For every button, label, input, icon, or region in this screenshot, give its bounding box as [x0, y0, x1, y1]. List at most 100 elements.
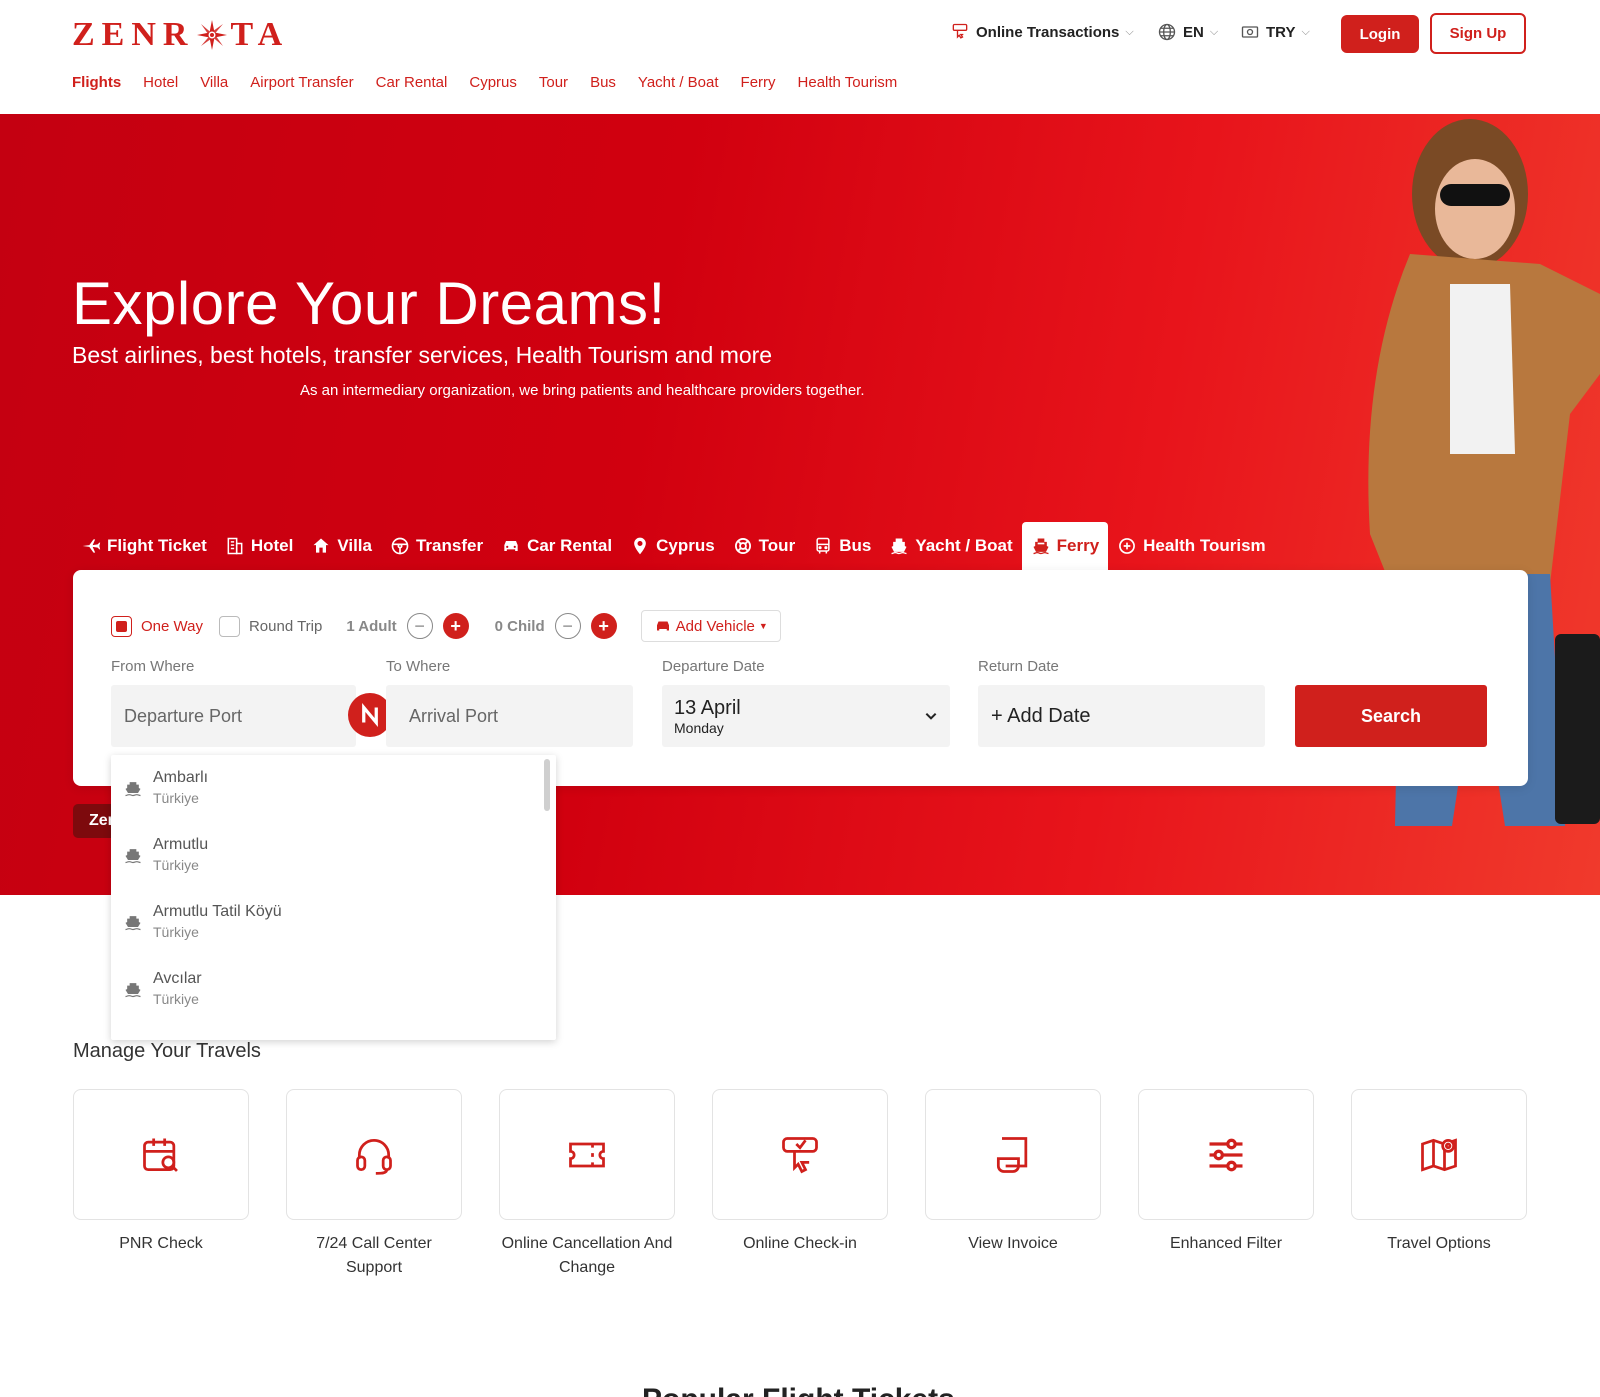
car-icon — [656, 621, 669, 631]
hand-check-icon — [952, 23, 968, 39]
online-transactions-label: Online Transactions — [976, 23, 1120, 41]
tab-yacht-boat[interactable]: Yacht / Boat — [880, 522, 1021, 570]
tab-label: Bus — [839, 536, 872, 555]
brand-logo[interactable]: ZENR TA — [72, 16, 289, 54]
travel-options-card[interactable] — [1351, 1089, 1527, 1220]
car-icon — [504, 541, 518, 551]
child-increment-button[interactable]: + — [590, 613, 617, 639]
to-label: To Where — [386, 658, 451, 675]
invoice-icon — [996, 1136, 1028, 1173]
nav-car-rental[interactable]: Car Rental — [376, 74, 448, 91]
popular-flights-heading: Popular Flight Tickets — [642, 1383, 955, 1397]
cancellation-card[interactable] — [499, 1089, 675, 1220]
currency-selector[interactable]: TRY ⌵ — [1240, 22, 1310, 42]
calendar-search-icon — [143, 1138, 178, 1172]
add-vehicle-label: Add Vehicle — [675, 617, 755, 635]
adult-decrement-button[interactable]: − — [406, 613, 433, 639]
port-option[interactable]: Avcılar Türkiye — [123, 970, 202, 1007]
nav-health-tourism[interactable]: Health Tourism — [798, 74, 898, 91]
tab-tour[interactable]: Tour — [724, 522, 805, 570]
tab-label: Car Rental — [527, 536, 613, 555]
one-way-label: One Way — [141, 617, 203, 635]
service-tabs: Flight Ticket Hotel Villa Transfer Car R… — [72, 522, 1275, 570]
port-name: Avcılar — [153, 970, 202, 987]
departure-date-select[interactable]: 13 April Monday — [662, 685, 950, 747]
child-count: 0 Child — [494, 617, 545, 635]
home-icon — [313, 538, 329, 553]
port-country: Türkiye — [153, 924, 199, 940]
pnr-check-label: PNR Check — [119, 1235, 203, 1252]
tab-bus[interactable]: Bus — [804, 522, 880, 570]
arrival-port-placeholder: Arrival Port — [409, 705, 499, 726]
tab-health-tourism[interactable]: Health Tourism — [1108, 522, 1274, 570]
port-option[interactable]: Ambarlı Türkiye — [123, 769, 208, 806]
signup-button[interactable]: Sign Up — [1430, 13, 1526, 54]
nav-cyprus[interactable]: Cyprus — [469, 74, 517, 91]
top-nav: Flights Hotel Villa Airport Transfer Car… — [72, 74, 897, 91]
tab-cyprus[interactable]: Cyprus — [621, 522, 724, 570]
pnr-check-card[interactable] — [73, 1089, 249, 1220]
map-options-icon — [1421, 1137, 1457, 1172]
tab-car-rental[interactable]: Car Rental — [492, 522, 621, 570]
tab-transfer[interactable]: Transfer — [381, 522, 492, 570]
plane-icon — [82, 539, 101, 553]
tab-villa[interactable]: Villa — [302, 522, 381, 570]
add-vehicle-button[interactable]: Add Vehicle ▼ — [640, 610, 781, 642]
port-option[interactable]: Armutlu Tatil Köyü Türkiye — [123, 903, 282, 940]
language-selector[interactable]: EN ⌵ — [1157, 22, 1218, 42]
check-in-card[interactable] — [712, 1089, 888, 1220]
ship-icon — [125, 781, 141, 796]
tab-hotel[interactable]: Hotel — [216, 522, 303, 570]
return-date-placeholder: + Add Date — [991, 704, 1091, 727]
tab-label: Health Tourism — [1143, 536, 1266, 555]
ticket-icon — [569, 1142, 605, 1167]
nav-flights[interactable]: Flights — [72, 74, 121, 91]
departure-port-placeholder: Departure Port — [124, 705, 243, 726]
search-button[interactable]: Search — [1295, 685, 1487, 747]
dropdown-scrollbar[interactable] — [544, 759, 550, 811]
nav-bus[interactable]: Bus — [590, 74, 616, 91]
nav-ferry[interactable]: Ferry — [741, 74, 776, 91]
call-center-card[interactable] — [286, 1089, 462, 1220]
tab-label: Ferry — [1056, 536, 1100, 555]
enhanced-filter-label: Enhanced Filter — [1169, 1235, 1283, 1252]
lifebuoy-icon — [734, 538, 751, 554]
one-way-option[interactable]: One Way — [111, 615, 203, 637]
caret-down-icon: ▼ — [758, 621, 768, 631]
port-name: Ambarlı — [153, 769, 209, 786]
radio-unchecked-icon — [218, 615, 240, 637]
port-option[interactable]: Armutlu Türkiye — [123, 836, 208, 873]
nav-hotel[interactable]: Hotel — [143, 74, 178, 91]
chevron-down-icon: ⌵ — [1209, 25, 1219, 38]
chevron-down-icon — [925, 712, 937, 720]
check-in-label: Online Check-in — [743, 1235, 857, 1252]
arrival-port-input[interactable]: Arrival Port — [386, 685, 633, 747]
adult-increment-button[interactable]: + — [442, 613, 469, 639]
enhanced-filter-card[interactable] — [1138, 1089, 1314, 1220]
chevron-down-icon: ⌵ — [1301, 25, 1310, 38]
port-country: Türkiye — [153, 857, 199, 873]
nav-airport-transfer[interactable]: Airport Transfer — [250, 74, 353, 91]
child-decrement-button[interactable]: − — [554, 613, 581, 639]
cancellation-label: Online Cancellation And Change — [501, 1235, 673, 1276]
bus-icon — [816, 537, 830, 554]
nav-yacht-boat[interactable]: Yacht / Boat — [638, 74, 719, 91]
tab-label: Cyprus — [656, 536, 715, 555]
login-button[interactable]: Login — [1341, 15, 1419, 53]
ship-icon — [125, 848, 141, 863]
headset-icon — [356, 1138, 392, 1175]
round-trip-label: Round Trip — [248, 617, 323, 635]
building-icon — [227, 537, 243, 555]
tab-label: Yacht / Boat — [915, 536, 1013, 555]
tab-flight-ticket[interactable]: Flight Ticket — [72, 522, 216, 570]
tab-ferry[interactable]: Ferry — [1021, 522, 1109, 570]
view-invoice-card[interactable] — [925, 1089, 1101, 1220]
round-trip-option[interactable]: Round Trip — [218, 615, 323, 637]
departure-port-dropdown: Ambarlı Türkiye Armutlu Türkiye Armutlu Ta… — [111, 755, 556, 1040]
nav-villa[interactable]: Villa — [200, 74, 228, 91]
online-transactions-menu[interactable]: Online Transactions ⌵ — [950, 22, 1134, 42]
nav-tour[interactable]: Tour — [539, 74, 568, 91]
return-date-input[interactable]: + Add Date — [978, 685, 1265, 747]
tab-label: Tour — [758, 536, 796, 555]
departure-port-input[interactable]: Departure Port — [111, 685, 356, 747]
